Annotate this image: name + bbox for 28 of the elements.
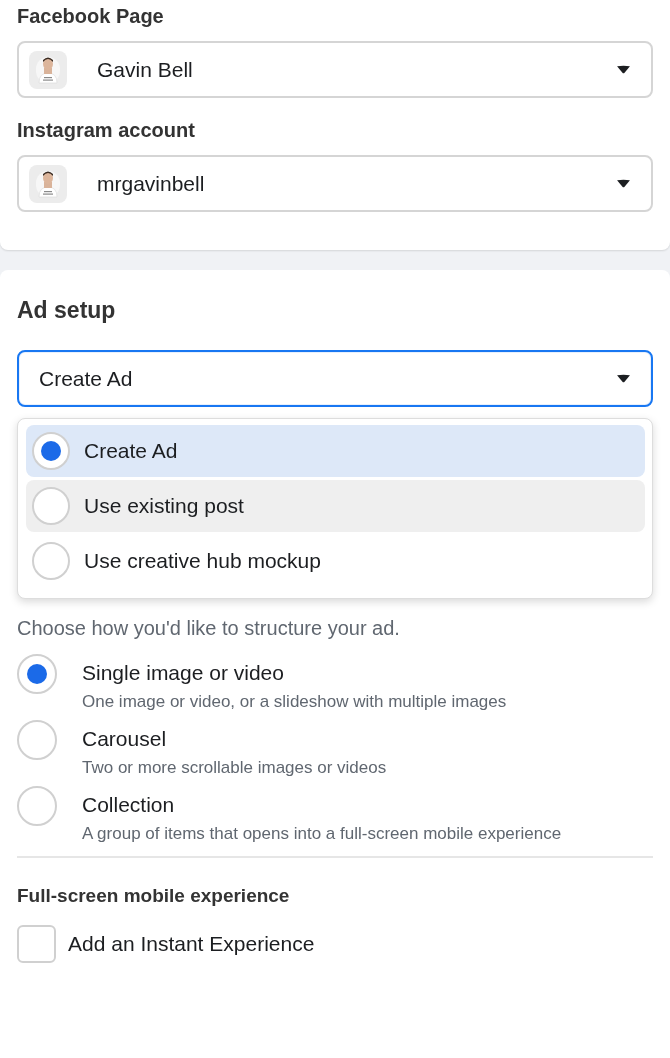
- radio-button[interactable]: [17, 720, 57, 760]
- caret-icon: [616, 65, 631, 74]
- account-dropdown[interactable]: Gavin Bell: [17, 41, 653, 98]
- option-description: Two or more scrollable images or videos: [82, 757, 387, 779]
- menu-option[interactable]: Use existing post: [26, 480, 645, 532]
- caret-icon: [616, 374, 631, 383]
- radio-button[interactable]: [17, 786, 57, 826]
- option-label: Collection: [82, 792, 176, 818]
- radio-button[interactable]: [32, 487, 70, 525]
- menu-option[interactable]: Use creative hub mockup: [26, 535, 645, 587]
- radio-button[interactable]: [17, 654, 57, 694]
- option-description: A group of items that opens into a full-screen mobile experience: [82, 823, 562, 845]
- checkbox-label: Add an Instant Experience: [68, 932, 315, 956]
- account-dropdown[interactable]: mrgavinbell: [17, 155, 653, 212]
- field-label: Facebook Page: [17, 4, 165, 28]
- radio-button[interactable]: [32, 432, 70, 470]
- ad-setup-dropdown[interactable]: Create Ad: [17, 350, 653, 407]
- option-description: One image or video, or a slideshow with multiple images: [82, 691, 507, 713]
- section-title: Full-screen mobile experience: [17, 884, 291, 908]
- option-label: Carousel: [82, 726, 168, 752]
- menu-option[interactable]: Create Ad: [26, 425, 645, 477]
- option-label: Single image or video: [82, 660, 285, 686]
- radio-button[interactable]: [32, 542, 70, 580]
- format-description: Choose how you'd like to structure your ad.: [17, 616, 401, 640]
- section-title: Ad setup: [17, 296, 117, 324]
- caret-icon: [616, 179, 631, 188]
- field-label: Instagram account: [17, 118, 196, 142]
- checkbox[interactable]: [17, 925, 56, 963]
